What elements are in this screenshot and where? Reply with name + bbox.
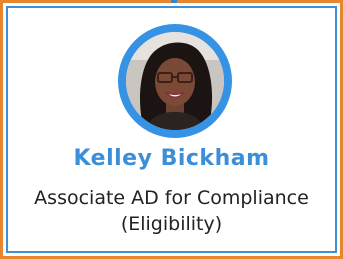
avatar-ring xyxy=(118,24,232,138)
profile-title: Associate AD for Compliance (Eligibility… xyxy=(0,185,343,237)
profile-title-line-2: (Eligibility) xyxy=(120,213,223,235)
profile-name: Kelley Bickham xyxy=(73,146,270,171)
profile-title-line-1: Associate AD for Compliance xyxy=(34,187,309,209)
person-photo-icon xyxy=(126,32,224,130)
avatar xyxy=(126,32,224,130)
top-indicator xyxy=(171,0,177,3)
